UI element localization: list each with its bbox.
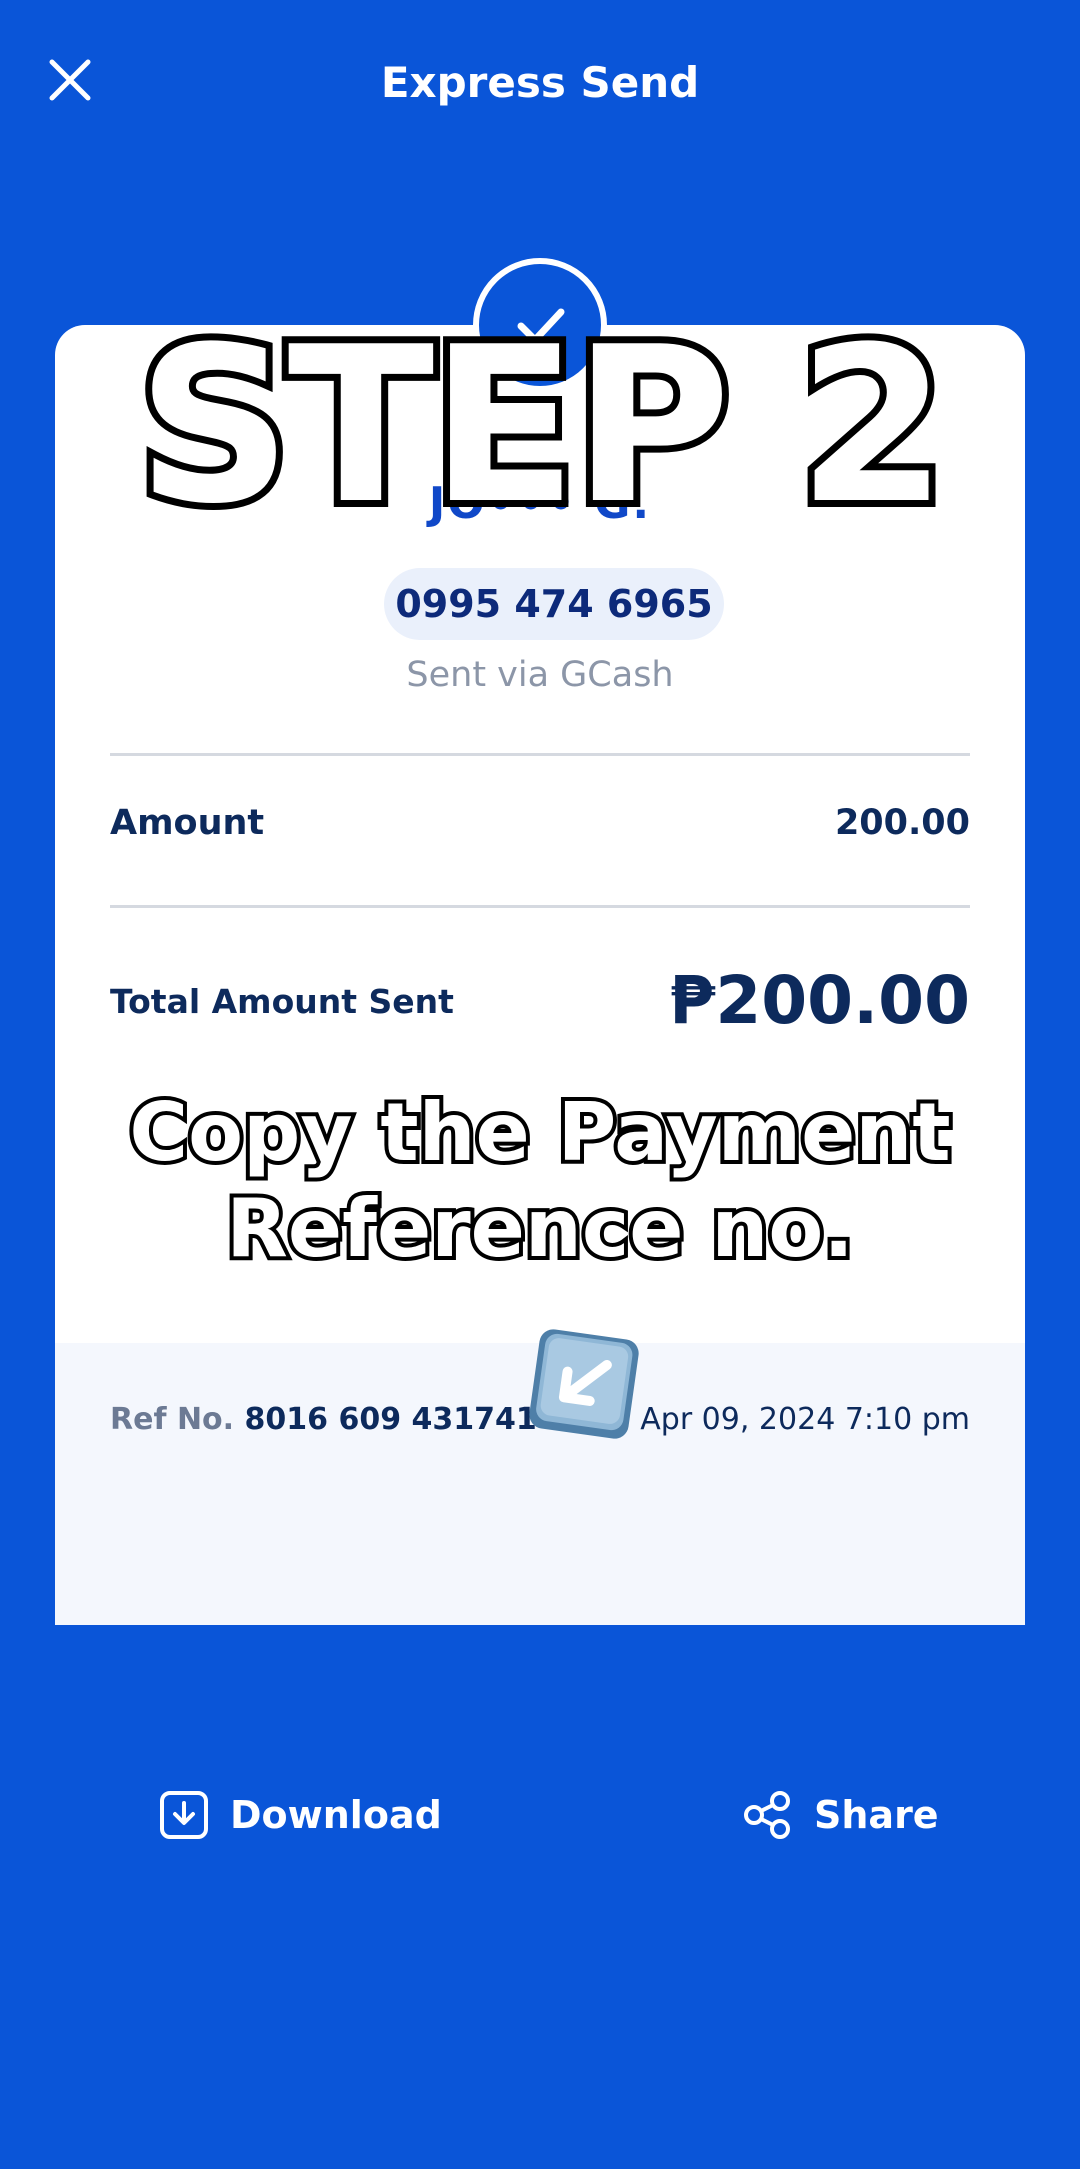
page-title: Express Send	[380, 58, 700, 107]
amount-label: Amount	[110, 803, 265, 843]
share-icon	[744, 1791, 790, 1839]
sent-via-label: Sent via GCash	[406, 655, 674, 695]
down-left-arrow-icon	[529, 1329, 639, 1439]
download-icon	[160, 1791, 208, 1839]
transaction-date: Apr 09, 2024 7:10 pm	[640, 1402, 970, 1437]
amount-value: 200.00	[834, 803, 970, 843]
caption-line: Copy the Payment	[125, 1082, 954, 1183]
header: Express Send	[0, 0, 1080, 170]
divider	[110, 905, 970, 908]
recipient-phone: 0995 474 6965	[384, 568, 724, 640]
divider	[110, 753, 970, 756]
receipt-zigzag-edge	[55, 1608, 1025, 1622]
share-button[interactable]: Share	[742, 1780, 939, 1850]
instruction-caption: Copy the Payment Reference no.	[0, 1082, 1080, 1279]
caption-line: Reference no.	[222, 1178, 857, 1279]
ref-number-value: 8016 609 431741	[244, 1402, 537, 1437]
download-button[interactable]: Download	[158, 1780, 442, 1850]
screen: Express Send JO••• G. 0995 474 6965 Sent…	[0, 0, 1080, 2169]
total-amount-value: ₱200.00	[669, 962, 970, 1039]
reference-number[interactable]: Ref No. 8016 609 431741	[110, 1402, 537, 1437]
ref-label: Ref No.	[110, 1402, 235, 1437]
total-amount-label: Total Amount Sent	[110, 982, 454, 1021]
step-overlay-text: STEP 2	[130, 300, 954, 551]
share-label: Share	[814, 1793, 939, 1837]
download-label: Download	[230, 1793, 442, 1837]
